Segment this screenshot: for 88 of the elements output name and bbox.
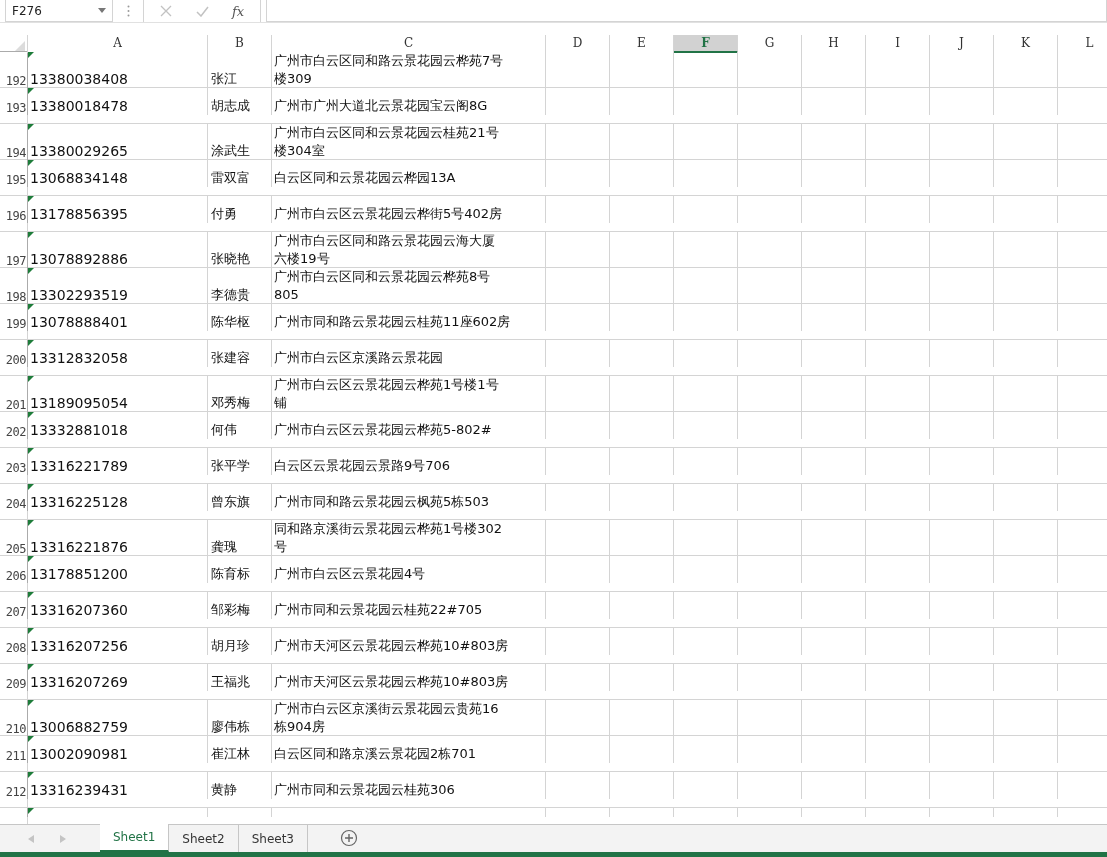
table-cell-text: 13078888401 <box>29 312 129 331</box>
sheet-tab[interactable]: Sheet1 <box>100 824 170 852</box>
column-header[interactable]: I <box>866 35 930 53</box>
table-cell-text: 13316207269 <box>29 672 129 691</box>
table-cell-text: 白云区同和云景花园云桦园13A <box>273 168 457 187</box>
plus-circle-icon <box>340 829 358 847</box>
column-header[interactable]: E <box>610 35 674 53</box>
column-header[interactable]: F <box>674 35 738 53</box>
table-cell-text: 13068834148 <box>29 168 129 187</box>
column-header[interactable]: A <box>28 35 208 53</box>
table-cell-text: 广州市同和路云景花园云桂苑11座602房 <box>273 312 512 331</box>
table-cell-text: 13316207256 <box>29 636 129 655</box>
table-cell-text: 曾东旗 <box>210 492 251 511</box>
table-cell-text: 涂武生 <box>210 142 251 160</box>
table-cell-text: 胡月珍 <box>210 636 251 655</box>
table-cell-text: 广州市同和云景花园云桂苑22#705 <box>273 600 484 619</box>
table-cell-text: 张平学 <box>210 456 251 475</box>
table-cell-text: 王福兆 <box>210 672 251 691</box>
table-cell-text: 邹彩梅 <box>210 600 251 619</box>
table-cell-text: 13312832058 <box>29 348 129 367</box>
scroll-right-icon[interactable] <box>60 835 66 843</box>
table-cell-text: 白云区云景花园云景路9号706 <box>273 456 452 475</box>
table-cell-text: 白云区同和路京溪云景花园2栋701 <box>273 744 478 763</box>
table-cell-text: 13316207360 <box>29 600 129 619</box>
insert-function-button[interactable]: fx <box>220 0 256 22</box>
table-cell-text: 广州市白云区云景花园云桦街5号402房 <box>273 204 504 223</box>
table-cell-text: 同和路京溪街云景花园云桦苑1号楼302 号 <box>273 520 504 556</box>
table-cell-text: 13078892886 <box>29 250 129 268</box>
table-cell-text: 广州市广州大道北云景花园宝云阁8G <box>273 96 489 115</box>
column-header[interactable]: G <box>738 35 802 53</box>
column-header[interactable]: C <box>272 35 546 53</box>
add-sheet-button[interactable] <box>340 829 358 847</box>
check-icon <box>195 5 209 17</box>
column-header[interactable]: B <box>208 35 272 53</box>
table-cell-text: 广州市白云区京溪街云景花园云贵苑16 栋904房 <box>273 700 500 736</box>
table-cell-text: 13380029265 <box>29 142 129 160</box>
table-cell-text: 何伟 <box>210 420 238 439</box>
column-header[interactable]: J <box>930 35 994 53</box>
table-cell-text: 13316239431 <box>29 780 129 799</box>
table-cell-text: 张晓艳 <box>210 250 251 268</box>
table-cell-text: 广州市白云区云景花园云桦苑1号楼1号 铺 <box>273 376 500 412</box>
table-cell-text: 黄静 <box>210 780 238 799</box>
more-icon <box>127 5 130 17</box>
table-cell-text: 邓秀梅 <box>210 394 251 412</box>
table-cell-text: 雷双富 <box>210 168 251 187</box>
table-cell-text: 13380038408 <box>29 70 129 88</box>
triangle-icon <box>15 41 25 51</box>
scroll-left-icon[interactable] <box>28 835 34 843</box>
column-header[interactable]: L <box>1058 35 1107 53</box>
table-cell-text: 13006882759 <box>29 718 129 736</box>
table-cell-text: 广州市白云区京溪路云景花园 <box>273 348 444 367</box>
table-cell-text: 13316221789 <box>29 456 129 475</box>
table-cell-text: 广州市同和云景花园云桂苑306 <box>273 780 456 799</box>
table-cell-text: 广州市天河区云景花园云桦苑10#803房 <box>273 672 510 691</box>
table-cell-text: 13002090981 <box>29 744 129 763</box>
table-cell-text: 广州市白云区同和路云景花园云桦苑7号 楼309 <box>273 52 505 88</box>
table-cell-text: 广州市白云区同和云景花园云桦苑8号 805 <box>273 268 492 304</box>
table-cell-text: 13189095054 <box>29 394 129 412</box>
column-header[interactable]: K <box>994 35 1058 53</box>
name-box[interactable]: F276 <box>5 0 113 22</box>
table-cell-text: 13302293519 <box>29 286 129 304</box>
table-cell-text: 广州市白云区同和云景花园云桂苑21号 楼304室 <box>273 124 500 160</box>
close-icon <box>160 5 172 17</box>
table-cell-text: 广州市白云区云景花园云桦苑5-802# <box>273 420 493 439</box>
table-cell-text: 张建容 <box>210 348 251 367</box>
table-cell-text: 广州市天河区云景花园云桦苑10#803房 <box>273 636 510 655</box>
table-cell-text: 陈华枢 <box>210 312 251 331</box>
table-cell-text: 13316221876 <box>29 538 129 556</box>
table-cell-text: 陈育标 <box>210 564 251 583</box>
column-header[interactable]: D <box>546 35 610 53</box>
table-cell-text: 13380018478 <box>29 96 129 115</box>
table-cell-text: 广州市白云区同和路云景花园云海大厦 六楼19号 <box>273 232 496 268</box>
table-cell-text: 13178856395 <box>29 204 129 223</box>
table-cell-text: 胡志成 <box>210 96 251 115</box>
table-cell-text: 13178851200 <box>29 564 129 583</box>
table-cell-text: 13332881018 <box>29 420 129 439</box>
table-cell-text: 广州市白云区云景花园4号 <box>273 564 427 583</box>
table-cell-text: 龚瑰 <box>210 538 238 556</box>
table-cell-text: 崔江林 <box>210 744 251 763</box>
table-cell-text: 张江 <box>210 70 238 88</box>
table-cell-text: 13316225128 <box>29 492 129 511</box>
table-cell-text: 广州市同和路云景花园云枫苑5栋503 <box>273 492 491 511</box>
formula-input[interactable] <box>266 0 1107 22</box>
caret-icon <box>98 8 106 13</box>
column-header[interactable]: H <box>802 35 866 53</box>
table-cell-text: 廖伟栋 <box>210 718 251 736</box>
table-cell-text: 付勇 <box>210 204 238 223</box>
table-cell-text: 李德贵 <box>210 286 251 304</box>
